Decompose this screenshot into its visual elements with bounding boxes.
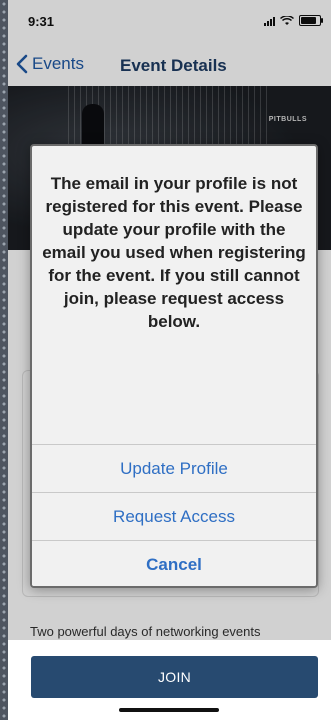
update-profile-button[interactable]: Update Profile (32, 444, 316, 492)
device-edge (0, 0, 8, 720)
cancel-button[interactable]: Cancel (32, 540, 316, 586)
request-access-button[interactable]: Request Access (32, 492, 316, 540)
join-button[interactable]: JOIN (31, 656, 318, 698)
alert-message: The email in your profile is not registe… (42, 174, 306, 331)
home-indicator (119, 708, 219, 712)
alert-dialog: The email in your profile is not registe… (30, 144, 318, 588)
app-screen: 9:31 Events Event Details PITBULLS Two p… (8, 0, 331, 720)
